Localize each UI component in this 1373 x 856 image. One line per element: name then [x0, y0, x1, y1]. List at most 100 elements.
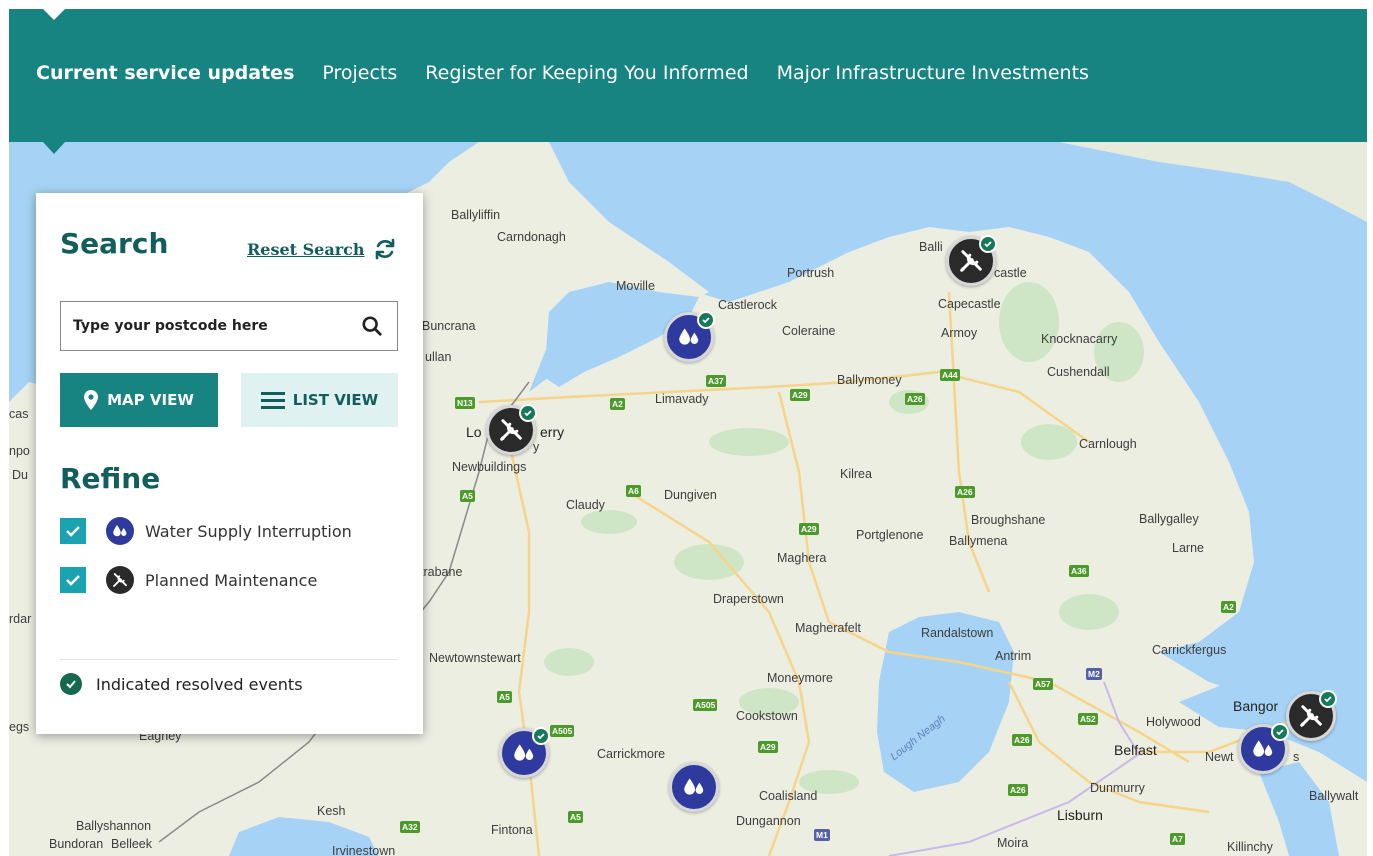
place-label: Moville — [616, 279, 655, 293]
road-shield: A2 — [1221, 601, 1236, 613]
water-supply-marker[interactable] — [1238, 723, 1289, 774]
road-shield: M1 — [814, 829, 830, 841]
maintenance-marker[interactable] — [1286, 690, 1337, 741]
place-label: Bangor — [1233, 698, 1279, 714]
nav-item-projects[interactable]: Projects — [322, 62, 397, 84]
water-drop-icon — [1253, 740, 1273, 757]
road-shield: A44 — [940, 369, 960, 381]
road-shield: M2 — [1086, 668, 1102, 680]
reset-search-button[interactable]: Reset Search — [247, 237, 397, 261]
road-shield: A26 — [1008, 784, 1028, 796]
road-shield: A57 — [1033, 678, 1053, 690]
postcode-search-box — [60, 301, 398, 351]
place-label: Holywood — [1146, 715, 1201, 729]
refine-heading: Refine — [60, 462, 161, 495]
road-shield: A26 — [1012, 734, 1032, 746]
road-shield: A32 — [400, 821, 420, 833]
filter-water-supply-interruption[interactable]: Water Supply Interruption — [60, 517, 352, 545]
place-label: Balli — [919, 240, 943, 254]
maintenance-marker[interactable] — [946, 235, 997, 286]
water-supply-marker[interactable] — [499, 727, 550, 778]
reset-search-label[interactable]: Reset Search — [247, 240, 365, 259]
map-pin-icon — [84, 390, 99, 410]
water-drop-icon — [514, 744, 534, 761]
map-view-button[interactable]: MAP VIEW — [60, 373, 218, 427]
place-label: Irvinestown — [332, 844, 396, 856]
place-label: Portglenone — [856, 528, 924, 542]
place-label: Armoy — [941, 326, 978, 340]
resolved-check-icon — [532, 727, 550, 745]
road-shield: A26 — [955, 486, 975, 498]
road-shield: A52 — [1078, 713, 1098, 725]
water-drop-icon — [106, 517, 134, 545]
water-supply-marker[interactable] — [664, 311, 715, 362]
resolved-check-icon — [1319, 690, 1337, 708]
place-label: cas — [9, 407, 29, 421]
postcode-input[interactable] — [73, 318, 333, 334]
place-label: Claudy — [566, 498, 605, 512]
place-label: Moneymore — [767, 671, 833, 685]
filter-planned-maintenance[interactable]: Planned Maintenance — [60, 566, 317, 594]
resolved-check-icon — [697, 311, 715, 329]
place-label: rdar — [9, 612, 32, 626]
road-shield: N13 — [455, 397, 475, 409]
search-icon[interactable] — [361, 315, 383, 337]
place-label: Killinchy — [1227, 840, 1273, 854]
active-indicator-bottom — [43, 142, 65, 154]
place-label: Cookstown — [736, 709, 798, 723]
place-label: Newbuildings — [452, 460, 527, 474]
maintenance-marker[interactable] — [486, 404, 537, 455]
checkmark-icon — [66, 526, 80, 537]
place-label: Ballyliffin — [451, 208, 501, 222]
resolved-check-icon — [519, 404, 537, 422]
tools-icon — [1300, 705, 1322, 727]
list-view-button[interactable]: LIST VIEW — [241, 373, 398, 427]
place-label: Moira — [997, 836, 1029, 850]
place-label: Fintona — [491, 823, 533, 837]
place-label: Ballygalley — [1139, 512, 1199, 526]
divider — [60, 659, 398, 660]
tools-icon — [106, 566, 134, 594]
place-label: castle — [994, 266, 1027, 280]
filter-label: Planned Maintenance — [145, 570, 318, 590]
place-label: npo — [9, 444, 30, 458]
water-supply-checkbox[interactable] — [60, 518, 86, 544]
road-shield: A6 — [626, 485, 641, 497]
water-supply-marker[interactable] — [669, 762, 719, 812]
planned-maintenance-checkbox[interactable] — [60, 567, 86, 593]
search-heading: Search — [60, 227, 169, 260]
road-shield: A37 — [706, 375, 726, 387]
road-shield: A26 — [905, 393, 925, 405]
place-label: Ballyshannon — [76, 819, 152, 833]
nav-item-current-service-updates[interactable]: Current service updates — [36, 62, 294, 84]
place-label: Belleek — [111, 837, 152, 851]
place-label: Knocknacarry — [1041, 332, 1118, 346]
active-indicator-top — [43, 9, 65, 20]
road-shield: A505 — [693, 699, 718, 711]
nav-item-major-infrastructure[interactable]: Major Infrastructure Investments — [777, 62, 1089, 84]
place-label: Draperstown — [713, 592, 784, 606]
map-view-label: MAP VIEW — [107, 391, 194, 409]
place-label: Limavady — [655, 392, 709, 406]
list-icon — [260, 392, 285, 409]
place-label: Ballymena — [949, 534, 1008, 548]
place-label: Carndonagh — [497, 230, 566, 244]
road-shield: A29 — [799, 523, 819, 535]
top-navigation-bar: Current service updates Projects Registe… — [9, 9, 1367, 154]
place-label: erry — [540, 424, 565, 440]
road-shield: A29 — [758, 741, 778, 753]
list-view-label: LIST VIEW — [292, 391, 379, 409]
place-label: Dungannon — [736, 814, 801, 828]
place-label: Magherafelt — [795, 621, 862, 635]
nav-item-register[interactable]: Register for Keeping You Informed — [425, 62, 748, 84]
place-label: Carrickmore — [597, 747, 666, 761]
place-label: Larne — [1172, 541, 1204, 555]
main-nav: Current service updates Projects Registe… — [36, 62, 1089, 84]
place-label: Cushendall — [1047, 365, 1110, 379]
place-label: Ballywalt — [1309, 789, 1359, 803]
refresh-icon[interactable] — [373, 237, 397, 261]
place-label: Lo — [466, 424, 482, 440]
filter-label: Water Supply Interruption — [145, 521, 352, 541]
resolved-check-icon — [60, 673, 82, 695]
search-panel: Search Reset Search MAP VIEW LIST VIEW — [36, 193, 423, 734]
